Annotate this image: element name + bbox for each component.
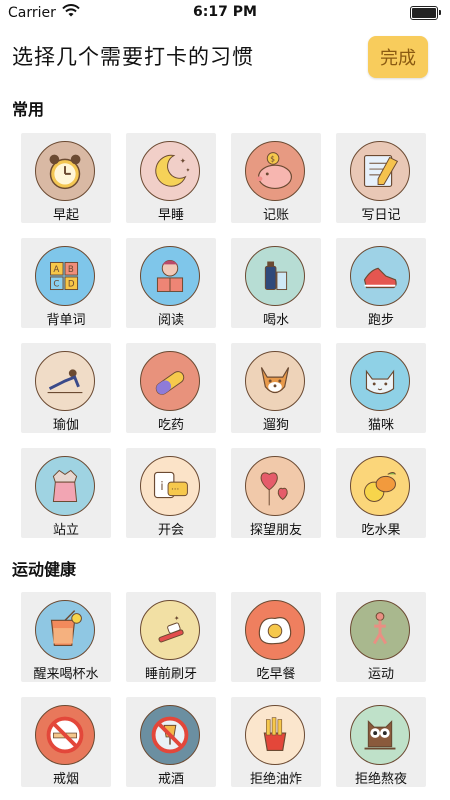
moon-icon: ✦ ✦ [140,141,200,201]
habit-tile[interactable]: $ 记账 [231,133,321,223]
habit-tile[interactable]: ✦ 睡前刷牙 [126,592,216,682]
exercise-icon [350,600,410,660]
habit-tile[interactable]: 戒烟 [21,697,111,787]
habit-tile[interactable]: 写日记 [336,133,426,223]
habit-label: 喝水 [262,313,289,328]
svg-text:$: $ [270,154,275,163]
habit-label: 记账 [262,208,289,223]
habit-label: 醒来喝杯水 [33,667,99,682]
dog-icon [245,351,305,411]
svg-text:✦: ✦ [180,156,187,165]
habit-tile[interactable]: 早起 [21,133,111,223]
abc-blocks-icon: ABCD [35,246,95,306]
pill-icon [140,351,200,411]
battery-icon [410,6,441,20]
reading-icon [140,246,200,306]
habit-label: 遛狗 [262,418,289,433]
standing-icon [35,456,95,516]
habit-tile[interactable]: 遛狗 [231,343,321,433]
piggy-bank-icon: $ [245,141,305,201]
owl-icon [350,705,410,765]
habit-label: 早起 [52,208,79,223]
section-title-common: 常用 [12,100,45,119]
habit-tile[interactable]: 猫咪 [336,343,426,433]
habit-tile[interactable]: 吃早餐 [231,592,321,682]
svg-text:✦: ✦ [174,614,180,622]
notebook-icon [350,141,410,201]
habit-label: 吃早餐 [256,667,296,682]
fries-icon [245,705,305,765]
no-alcohol-icon [140,705,200,765]
svg-text:i: i [160,479,163,493]
habit-label: 背单词 [46,313,86,328]
svg-text:B: B [68,265,74,275]
habit-label: 开会 [157,523,184,538]
habit-label: 探望朋友 [249,523,302,538]
habit-label: 运动 [367,667,394,682]
chat-icon: i ··· [140,456,200,516]
habit-label: 写日记 [361,208,401,223]
habit-label: 戒酒 [157,772,184,787]
habit-label: 阅读 [157,313,184,328]
alarm-clock-icon [35,141,95,201]
svg-text:···: ··· [171,485,179,495]
toothbrush-icon: ✦ [140,600,200,660]
habit-label: 跑步 [367,313,394,328]
svg-text:D: D [68,280,75,290]
habit-label: 猫咪 [367,418,394,433]
status-time: 6:17 PM [193,4,257,20]
section-title-sport-health: 运动健康 [12,560,77,579]
habit-tile[interactable]: A B C D 背单词 [21,238,111,328]
habit-tile[interactable]: 拒绝油炸 [231,697,321,787]
habit-grid-sport-health: 醒来喝杯水 ✦ 睡前刷牙 吃早餐 运动戒烟 戒酒 拒绝油炸 拒绝熬夜 [21,592,427,787]
habit-tile[interactable]: i ··· 开会 [126,448,216,538]
habit-tile[interactable]: 吃水果 [336,448,426,538]
habit-tile[interactable]: 探望朋友 [231,448,321,538]
svg-text:A: A [53,265,59,275]
habit-tile[interactable]: 站立 [21,448,111,538]
habit-tile[interactable]: ✦ ✦ 早睡 [126,133,216,223]
svg-text:✦: ✦ [185,167,190,174]
habit-label: 早睡 [157,208,184,223]
habit-tile[interactable]: 戒酒 [126,697,216,787]
done-button[interactable]: 完成 [368,36,428,78]
habit-label: 瑜伽 [52,418,79,433]
habit-label: 吃药 [157,418,184,433]
habit-tile[interactable]: 醒来喝杯水 [21,592,111,682]
header: 选择几个需要打卡的习惯 完成 [0,30,450,84]
no-smoking-icon [35,705,95,765]
habit-label: 站立 [52,523,79,538]
page-title: 选择几个需要打卡的习惯 [12,45,254,69]
habit-label: 拒绝油炸 [249,772,302,787]
habit-tile[interactable]: 运动 [336,592,426,682]
fried-egg-icon [245,600,305,660]
yoga-icon [35,351,95,411]
status-bar: Carrier 6:17 PM [0,0,450,24]
lemon-icon [350,456,410,516]
habit-tile[interactable]: 阅读 [126,238,216,328]
running-shoe-icon [350,246,410,306]
habit-label: 睡前刷牙 [144,667,197,682]
cat-icon [350,351,410,411]
habit-label: 戒烟 [52,772,79,787]
glass-of-water-icon [35,600,95,660]
habit-tile[interactable]: 拒绝熬夜 [336,697,426,787]
habit-grid-common: 早起 ✦ ✦ 早睡 $ 记账 写日记 A B C D 背单词 阅读 喝水 跑步 瑜伽 吃药 遛狗 猫咪 站立 i ··· 开… [21,133,427,538]
habit-tile[interactable]: 瑜伽 [21,343,111,433]
habit-label: 拒绝熬夜 [354,772,407,787]
habit-tile[interactable]: 跑步 [336,238,426,328]
svg-text:C: C [53,280,59,290]
water-bottle-icon [245,246,305,306]
habit-tile[interactable]: 吃药 [126,343,216,433]
habit-label: 吃水果 [361,523,401,538]
habit-tile[interactable]: 喝水 [231,238,321,328]
hearts-icon [245,456,305,516]
